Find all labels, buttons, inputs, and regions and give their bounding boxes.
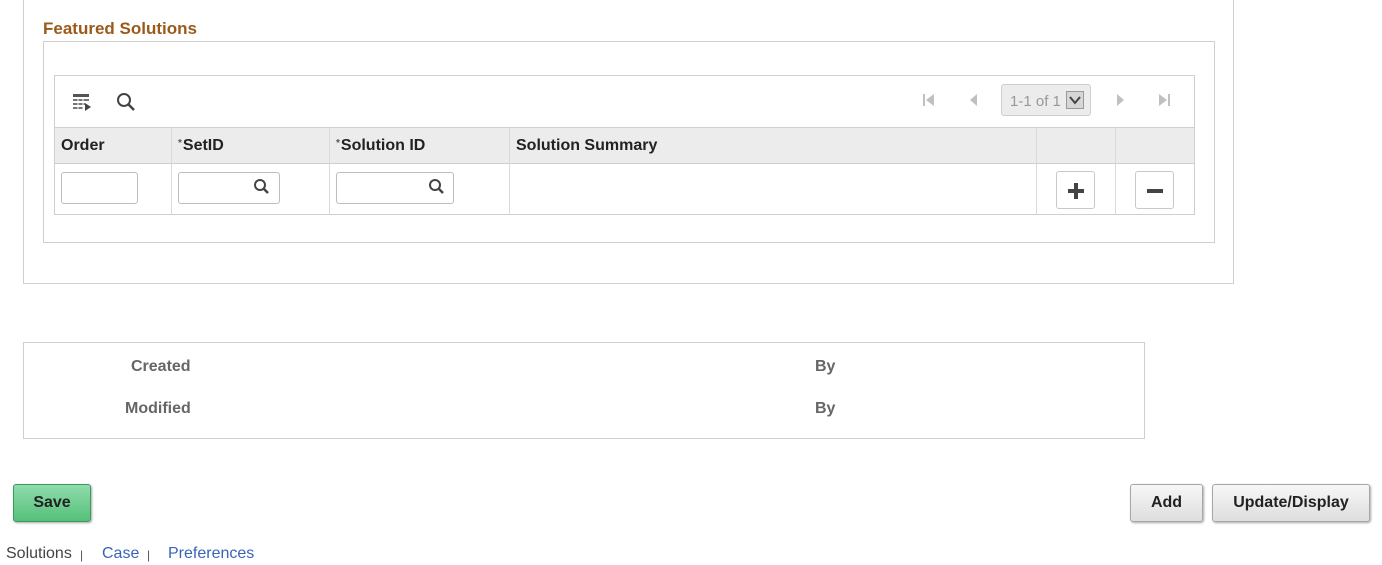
column-header-order-label: Order xyxy=(61,137,105,154)
next-page-icon[interactable] xyxy=(1110,90,1130,110)
featured-solutions-grid: 1-1 of 1 Order *SetID *Solution ID Solut… xyxy=(54,75,1195,215)
column-header-solution-id[interactable]: *Solution ID xyxy=(330,128,510,163)
column-header-solution-summary[interactable]: Solution Summary xyxy=(510,128,1037,163)
column-header-solution-id-label: Solution ID xyxy=(340,137,426,154)
find-in-grid-icon[interactable] xyxy=(115,91,137,113)
column-divider xyxy=(1036,127,1037,215)
add-button[interactable]: Add xyxy=(1130,484,1203,522)
footer-separator: | xyxy=(80,548,84,562)
previous-page-icon[interactable] xyxy=(964,90,984,110)
first-page-icon[interactable] xyxy=(919,90,939,110)
delete-row-button[interactable] xyxy=(1135,171,1174,209)
footer-current-solutions: Solutions xyxy=(6,545,72,562)
modified-label: Modified xyxy=(125,400,191,417)
column-divider xyxy=(171,127,172,215)
column-header-solution-summary-label: Solution Summary xyxy=(516,137,658,154)
add-row-button[interactable] xyxy=(1056,171,1095,209)
page-range-text: 1-1 of 1 xyxy=(1010,93,1061,110)
setid-lookup-icon[interactable] xyxy=(253,178,271,196)
column-header-order[interactable]: Order xyxy=(55,128,172,163)
column-header-setid-label: SetID xyxy=(182,137,224,154)
footer-separator: | xyxy=(147,548,151,562)
chevron-down-icon[interactable] xyxy=(1066,91,1084,109)
footer-link-case[interactable]: Case xyxy=(102,545,139,563)
page-range-select[interactable]: 1-1 of 1 xyxy=(1001,84,1091,116)
section-title: Featured Solutions xyxy=(43,19,197,38)
last-page-icon[interactable] xyxy=(1154,90,1174,110)
column-header-setid[interactable]: *SetID xyxy=(172,128,330,163)
order-input[interactable] xyxy=(61,172,138,204)
audit-info-box: Created By Modified By xyxy=(23,342,1145,439)
required-marker: * xyxy=(178,138,182,149)
update-display-button[interactable]: Update/Display xyxy=(1212,484,1370,522)
column-divider xyxy=(1115,127,1116,215)
solution-id-lookup-icon[interactable] xyxy=(428,178,446,196)
minus-icon xyxy=(1147,189,1163,193)
grid-toolbar: 1-1 of 1 xyxy=(55,76,1194,127)
created-by-label: By xyxy=(815,358,836,375)
save-button[interactable]: Save xyxy=(13,484,91,522)
required-marker: * xyxy=(336,138,340,149)
modified-by-label: By xyxy=(815,400,836,417)
grid-header-row: Order *SetID *Solution ID Solution Summa… xyxy=(55,127,1194,164)
footer-link-preferences[interactable]: Preferences xyxy=(168,545,254,563)
personalize-grid-icon[interactable] xyxy=(71,91,93,113)
plus-icon xyxy=(1068,183,1084,199)
column-divider xyxy=(509,127,510,215)
created-label: Created xyxy=(131,358,191,375)
column-divider xyxy=(329,127,330,215)
